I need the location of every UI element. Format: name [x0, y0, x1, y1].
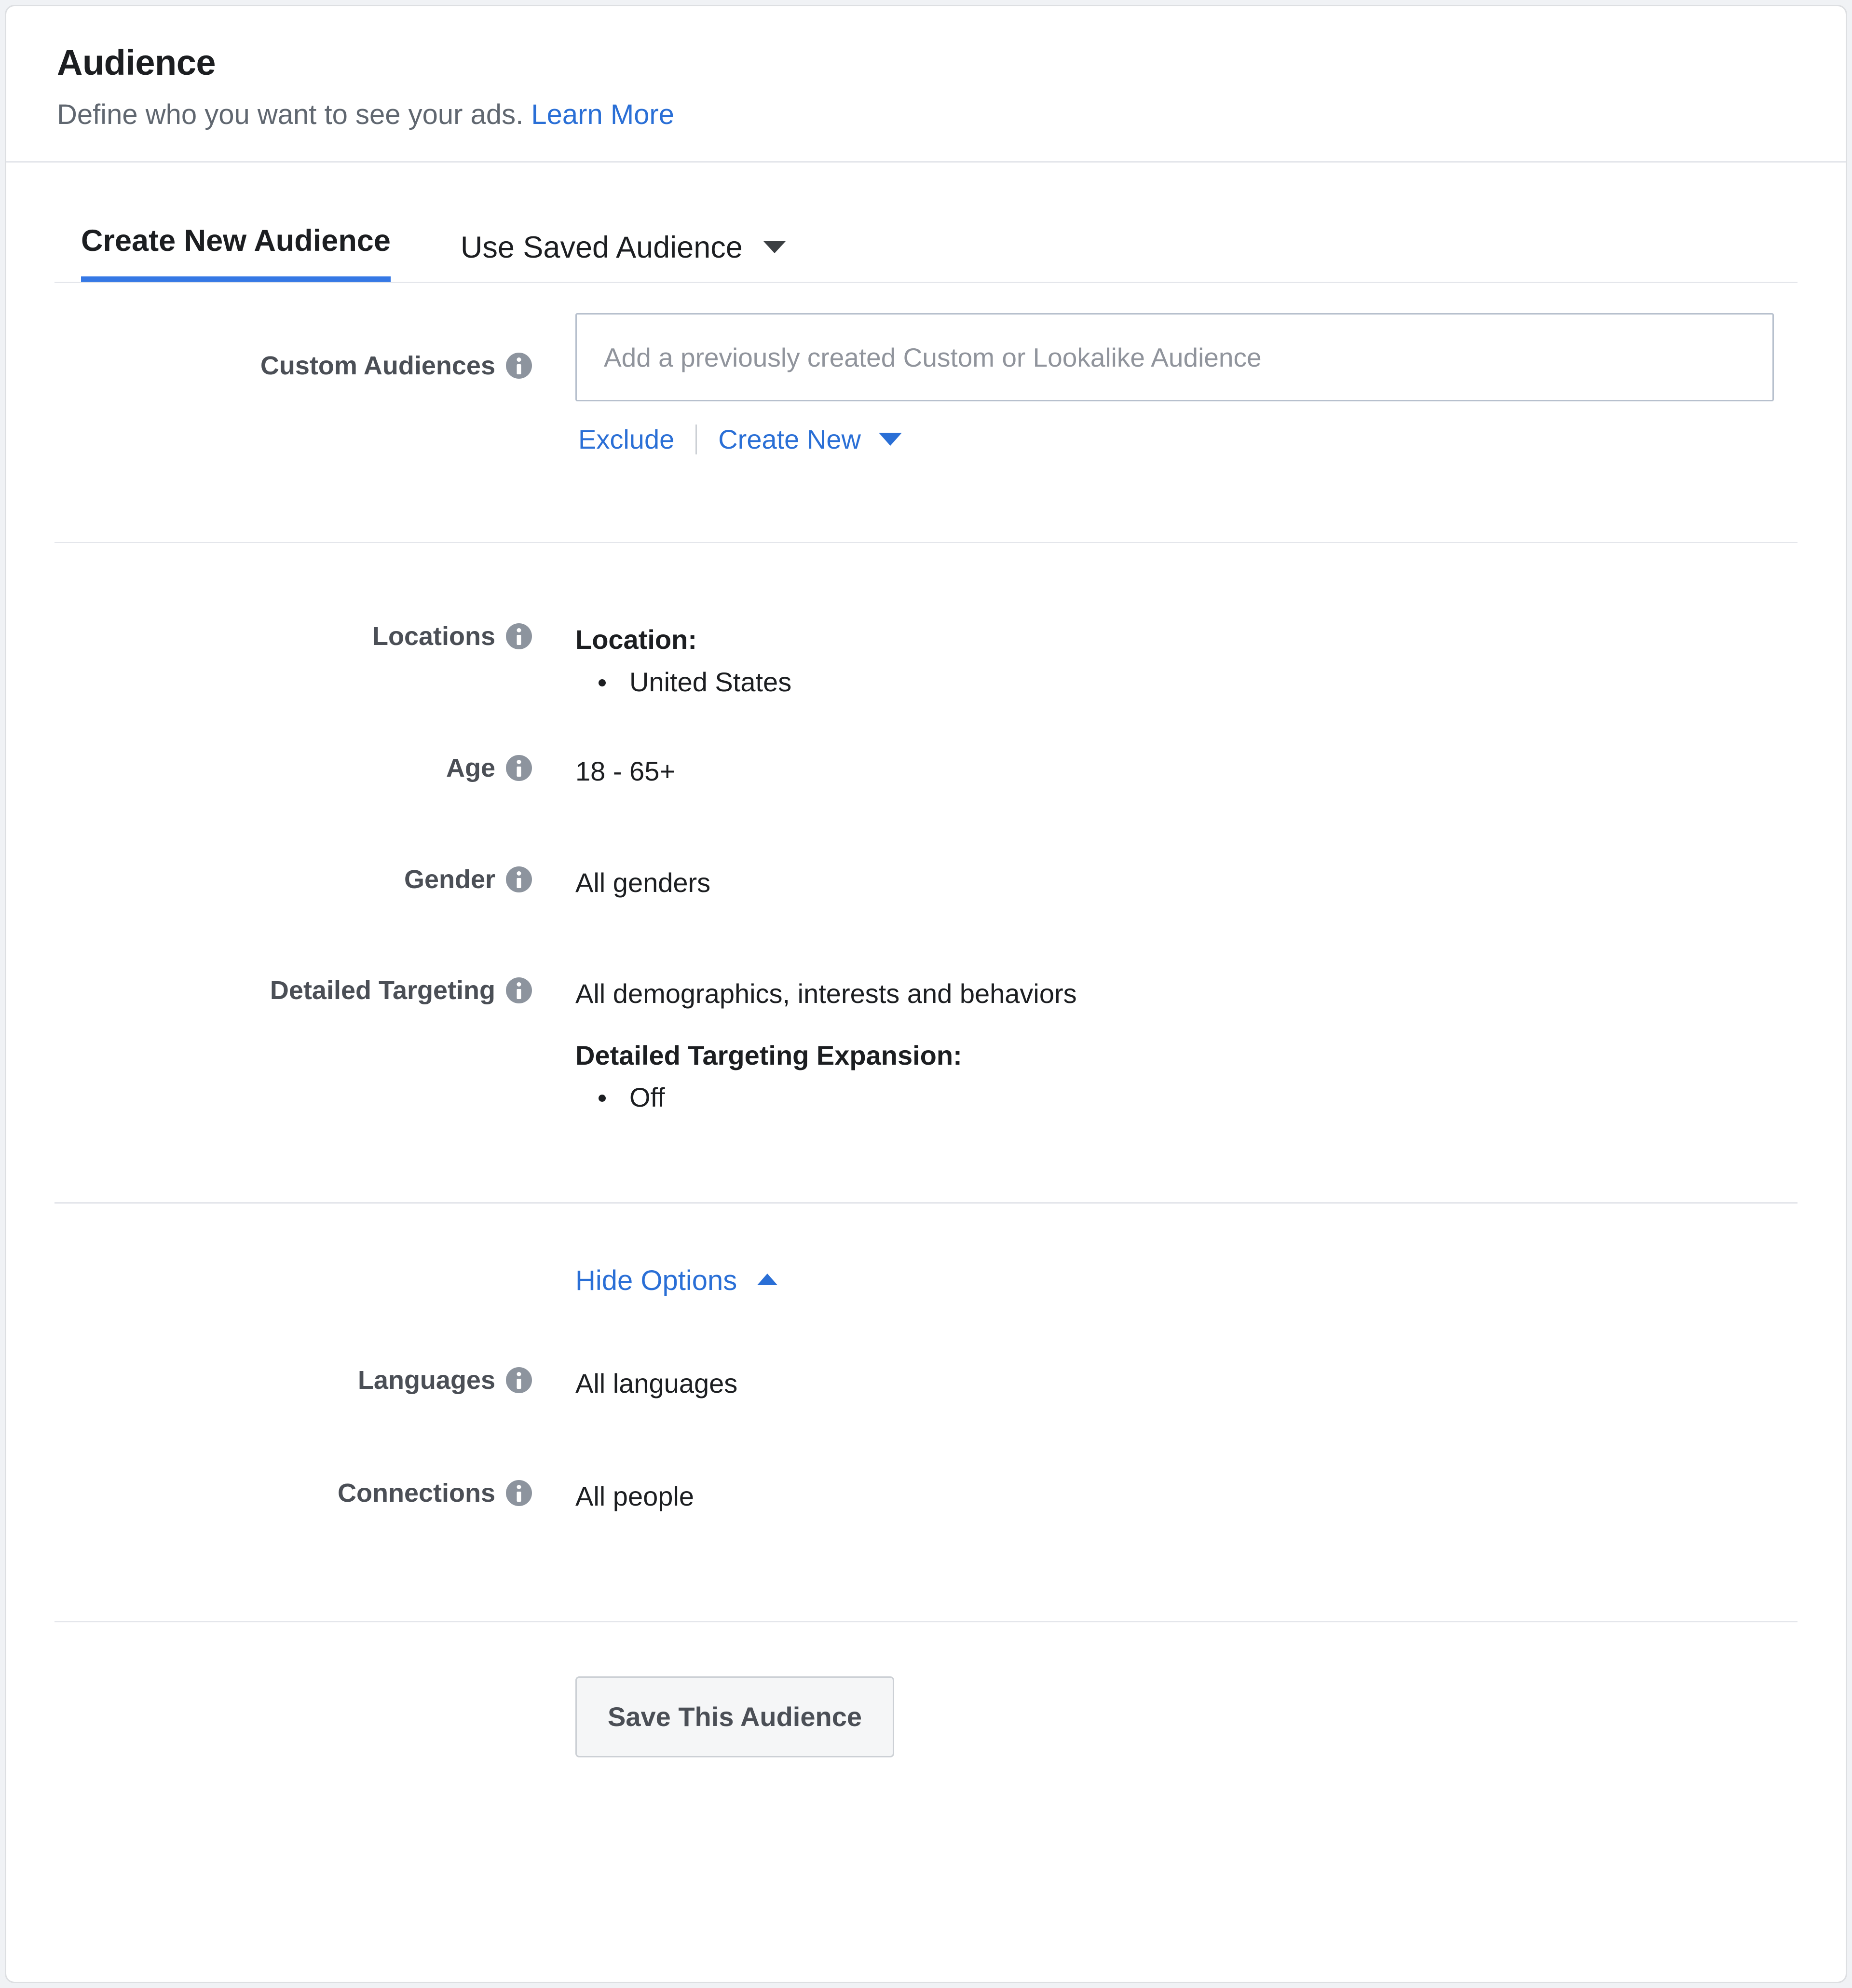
audience-tabs: Create New Audience Use Saved Audience [6, 163, 1846, 284]
detailed-targeting-label: Detailed Targeting [270, 976, 495, 1005]
connections-label-group: Connections [6, 1478, 532, 1508]
detailed-targeting-value: All demographics, interests and behavior… [575, 975, 1077, 1115]
tabs-underline [54, 282, 1798, 284]
page-title: Audience [57, 42, 216, 82]
age-label: Age [446, 753, 495, 782]
languages-label-group: Languages [6, 1365, 532, 1395]
page-subtitle: Define who you want to see your ads. Lea… [57, 98, 1846, 132]
chevron-down-icon [763, 241, 786, 254]
detailed-targeting-label-group: Detailed Targeting [6, 975, 532, 1005]
info-icon[interactable] [506, 623, 532, 650]
info-icon[interactable] [506, 866, 532, 893]
hide-options-label: Hide Options [575, 1265, 737, 1297]
page-subtitle-text: Define who you want to see your ads. [57, 98, 524, 130]
languages-row: Languages All languages [6, 1365, 1846, 1401]
save-this-audience-button[interactable]: Save This Audience [575, 1676, 894, 1757]
info-icon[interactable] [506, 1480, 532, 1506]
detailed-targeting-row: Detailed Targeting All demographics, int… [6, 975, 1846, 1115]
tab-create-new-audience[interactable]: Create New Audience [81, 223, 391, 284]
exclude-link[interactable]: Exclude [578, 424, 674, 455]
card-header: Audience Define who you want to see your… [6, 6, 1846, 163]
tab-use-saved-audience-label: Use Saved Audience [460, 231, 743, 265]
custom-audiences-links: Exclude Create New [575, 424, 1774, 455]
custom-audiences-label: Custom Audiences [260, 351, 495, 381]
create-new-link-label: Create New [718, 424, 861, 455]
gender-row: Gender All genders [6, 864, 1846, 900]
hide-options-toggle[interactable]: Hide Options [575, 1264, 778, 1297]
connections-value: All people [575, 1481, 694, 1511]
locations-value: Location: United States [575, 621, 791, 699]
tab-use-saved-audience[interactable]: Use Saved Audience [461, 230, 786, 283]
chevron-down-icon [879, 432, 902, 446]
info-icon[interactable] [506, 353, 532, 379]
info-icon[interactable] [506, 1367, 532, 1394]
age-row: Age 18 - 65+ [6, 753, 1846, 789]
tab-create-new-audience-label: Create New Audience [81, 224, 391, 258]
locations-value-heading: Location: [575, 624, 697, 655]
gender-label: Gender [404, 865, 495, 894]
locations-label: Locations [372, 622, 495, 651]
detailed-targeting-expansion-heading: Detailed Targeting Expansion: [575, 1040, 962, 1070]
learn-more-link[interactable]: Learn More [531, 99, 674, 130]
info-icon[interactable] [506, 977, 532, 1004]
connections-row: Connections All people [6, 1478, 1846, 1514]
custom-audiences-input[interactable] [575, 313, 1774, 402]
create-new-link[interactable]: Create New [718, 424, 902, 455]
custom-audiences-row: Custom Audiences Exclude Create New [6, 283, 1846, 455]
gender-value: All genders [575, 867, 711, 898]
custom-audiences-field: Exclude Create New [575, 313, 1774, 455]
detailed-targeting-summary: All demographics, interests and behavior… [575, 978, 1077, 1009]
detailed-targeting-expansion-list: Off [575, 1080, 1077, 1115]
audience-card: Audience Define who you want to see your… [5, 5, 1847, 1983]
links-divider [695, 424, 697, 454]
languages-value: All languages [575, 1368, 738, 1399]
list-item: United States [575, 665, 791, 700]
info-icon[interactable] [506, 754, 532, 781]
age-label-group: Age [6, 753, 532, 783]
locations-list: United States [575, 665, 791, 700]
age-value: 18 - 65+ [575, 755, 676, 786]
languages-label: Languages [357, 1366, 495, 1395]
list-item: Off [575, 1080, 1077, 1115]
gender-label-group: Gender [6, 864, 532, 894]
connections-label: Connections [337, 1478, 495, 1508]
footer-actions: Save This Audience [6, 1622, 1846, 1757]
locations-label-group: Locations [6, 621, 532, 651]
custom-audiences-label-group: Custom Audiences [6, 313, 532, 381]
locations-row: Locations Location: United States [6, 621, 1846, 699]
chevron-up-icon [757, 1273, 778, 1285]
hide-options-row: Hide Options [6, 1204, 1846, 1297]
